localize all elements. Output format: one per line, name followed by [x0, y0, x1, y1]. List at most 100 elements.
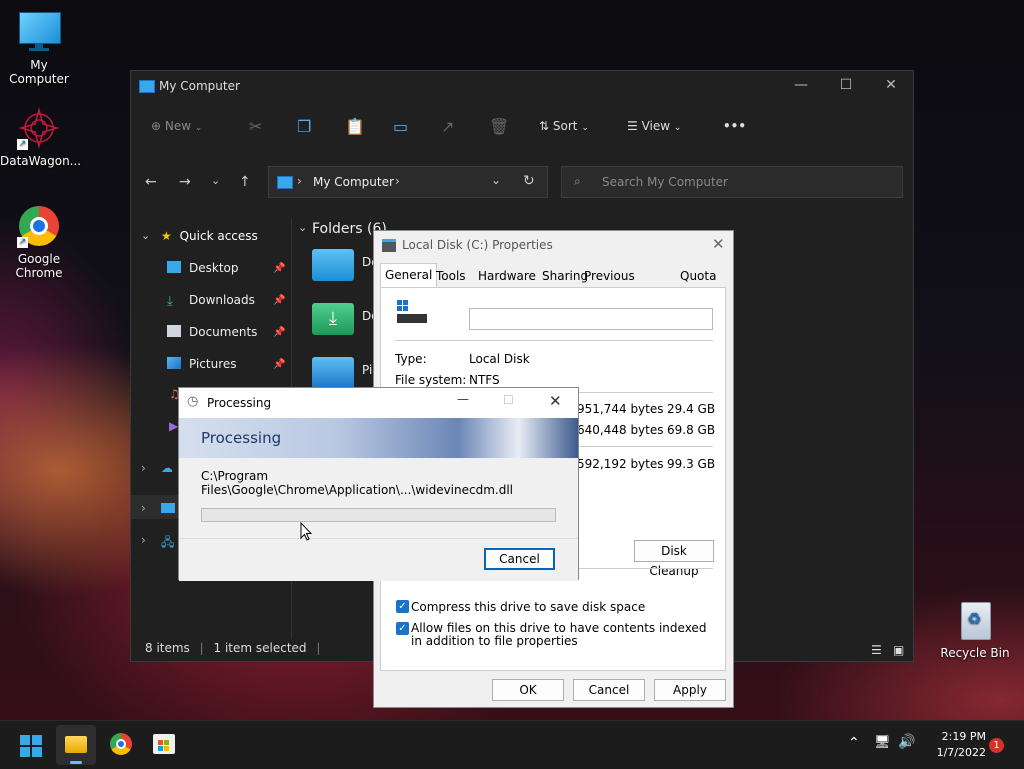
minimize-button[interactable]: —: [781, 77, 821, 93]
monitor-icon: [17, 10, 61, 54]
status-divider: |: [316, 641, 321, 655]
chevron-right-icon[interactable]: ›: [141, 461, 146, 475]
taskbar: ⌃ 🖥 🔊 2:19 PM 1/7/2022 1: [0, 720, 1024, 769]
drive-icon: [382, 239, 396, 252]
free-space-bytes: 640,448 bytes: [577, 423, 664, 437]
tiles-view-icon[interactable]: ▣: [893, 643, 904, 657]
sort-label: Sort: [552, 119, 578, 133]
desktop-icon-label: Google Chrome: [15, 252, 63, 280]
notification-badge[interactable]: 1: [989, 738, 1004, 753]
folder-item[interactable]: Pi: [312, 357, 372, 389]
folder-item[interactable]: De: [312, 249, 379, 281]
pictures-icon: [167, 357, 181, 369]
pictures-folder-icon: [312, 357, 354, 389]
sidebar-item-desktop[interactable]: Desktop: [167, 261, 239, 283]
chevron-right-icon[interactable]: ›: [141, 501, 146, 515]
view-button[interactable]: ☰ View ⌄: [627, 119, 681, 133]
tab-previous-versions[interactable]: Previous Versions: [580, 265, 639, 305]
index-checkbox[interactable]: ✓: [396, 622, 409, 635]
download-icon: ⤓: [167, 294, 173, 309]
recycle-bin-icon: ♻: [953, 598, 997, 642]
copy-icon[interactable]: ❐: [297, 117, 311, 136]
tab-tools[interactable]: Tools: [432, 265, 470, 287]
sidebar-item-downloads[interactable]: ⤓ Downloads: [167, 293, 255, 315]
up-arrow-icon[interactable]: ↑: [239, 174, 251, 190]
rename-icon[interactable]: ▭: [393, 117, 408, 136]
folder-item[interactable]: ⤓ Do: [312, 303, 379, 335]
sidebar-item-pictures[interactable]: Pictures: [167, 357, 237, 379]
tab-hardware[interactable]: Hardware: [474, 265, 540, 287]
desktop-icon-recycle-bin[interactable]: ♻ Recycle Bin: [937, 598, 1013, 660]
command-bar: ⊕ New ⌄ ✂ ❐ 📋 ▭ ↗ 🗑 ⇅ Sort ⌄ ☰ View ⌄ ••…: [131, 109, 913, 149]
tab-quota[interactable]: Quota: [676, 265, 720, 287]
processing-titlebar[interactable]: ◷ Processing — ☐ ✕: [179, 388, 578, 418]
cancel-button[interactable]: Cancel: [573, 679, 645, 701]
new-button[interactable]: ⊕ New ⌄: [151, 119, 202, 133]
monitor-icon: [161, 503, 175, 513]
store-icon: [158, 740, 163, 745]
pin-icon: 📌: [273, 359, 286, 370]
start-button[interactable]: [20, 735, 42, 757]
delete-icon[interactable]: 🗑: [489, 117, 509, 136]
divider: [395, 340, 713, 341]
sidebar-item-quick-access[interactable]: ★ Quick access: [161, 229, 258, 243]
chevron-down-icon[interactable]: ⌄: [491, 173, 501, 187]
processing-dialog: ◷ Processing — ☐ ✕ Processing C:\Program…: [178, 387, 579, 581]
mouse-cursor-icon: [300, 522, 312, 541]
sort-button[interactable]: ⇅ Sort ⌄: [539, 119, 589, 133]
close-button[interactable]: ✕: [712, 235, 725, 253]
address-bar[interactable]: › My Computer › ⌄ ↻: [268, 166, 548, 198]
search-input[interactable]: Search My Computer: [602, 175, 728, 189]
chrome-icon: ↗: [17, 204, 61, 248]
chevron-up-icon[interactable]: ⌃: [848, 735, 860, 751]
videos-icon[interactable]: ▶: [169, 419, 178, 433]
network-icon[interactable]: 🖥: [874, 735, 891, 750]
taskbar-file-explorer[interactable]: [56, 725, 96, 765]
sort-icon: ⇅: [539, 119, 550, 133]
close-button[interactable]: ✕: [549, 392, 562, 410]
drive-label-input[interactable]: [469, 308, 713, 330]
clock[interactable]: 2:19 PM 1/7/2022: [928, 729, 986, 761]
cancel-button[interactable]: Cancel: [484, 548, 555, 570]
network-icon[interactable]: 🖧: [161, 533, 174, 554]
view-icon: ☰: [627, 119, 638, 133]
forward-arrow-icon[interactable]: →: [179, 174, 191, 190]
chevron-down-icon: ⌄: [194, 123, 203, 133]
filesystem-label: File system:: [395, 373, 467, 387]
star-icon: ★: [161, 229, 172, 243]
close-button[interactable]: ✕: [871, 77, 911, 93]
desktop-icon-datawagon[interactable]: ↗ DataWagon...: [0, 106, 81, 168]
chevron-right-icon[interactable]: ›: [141, 533, 146, 547]
chevron-down-icon[interactable]: ⌄: [298, 221, 307, 234]
more-options-button[interactable]: •••: [723, 119, 746, 133]
apply-button[interactable]: Apply: [654, 679, 726, 701]
sidebar-item-documents[interactable]: Documents: [167, 325, 257, 347]
windows-logo-icon: [20, 735, 30, 745]
paste-icon[interactable]: 📋: [345, 117, 365, 136]
taskbar-store[interactable]: [153, 734, 175, 754]
search-box[interactable]: ⌕ Search My Computer: [561, 166, 903, 198]
back-arrow-icon[interactable]: ←: [145, 174, 157, 190]
breadcrumb[interactable]: My Computer: [313, 175, 394, 189]
tab-general[interactable]: General: [380, 263, 438, 288]
maximize-button[interactable]: ☐: [826, 77, 866, 93]
refresh-icon[interactable]: ↻: [523, 173, 535, 189]
search-icon: ⌕: [574, 174, 581, 188]
cut-icon[interactable]: ✂: [249, 117, 262, 136]
explorer-titlebar[interactable]: My Computer — ☐ ✕: [131, 71, 913, 103]
details-view-icon[interactable]: ☰: [871, 643, 882, 657]
used-space-size: 29.4 GB: [667, 402, 716, 416]
taskbar-chrome[interactable]: [110, 733, 132, 755]
minimize-button[interactable]: —: [457, 392, 469, 406]
onedrive-icon[interactable]: ☁: [161, 461, 173, 475]
desktop-icon-my-computer[interactable]: My Computer: [0, 10, 78, 86]
compress-checkbox[interactable]: ✓: [396, 600, 409, 613]
recent-chevron-icon[interactable]: ⌄: [211, 174, 220, 187]
breadcrumb-separator-icon: ›: [297, 174, 302, 188]
desktop-icon-google-chrome[interactable]: ↗ Google Chrome: [0, 204, 78, 280]
disk-cleanup-button[interactable]: Disk Cleanup: [634, 540, 714, 578]
share-icon[interactable]: ↗: [441, 117, 454, 136]
volume-icon[interactable]: 🔊: [898, 734, 915, 750]
chevron-down-icon[interactable]: ⌄: [141, 229, 150, 242]
ok-button[interactable]: OK: [492, 679, 564, 701]
